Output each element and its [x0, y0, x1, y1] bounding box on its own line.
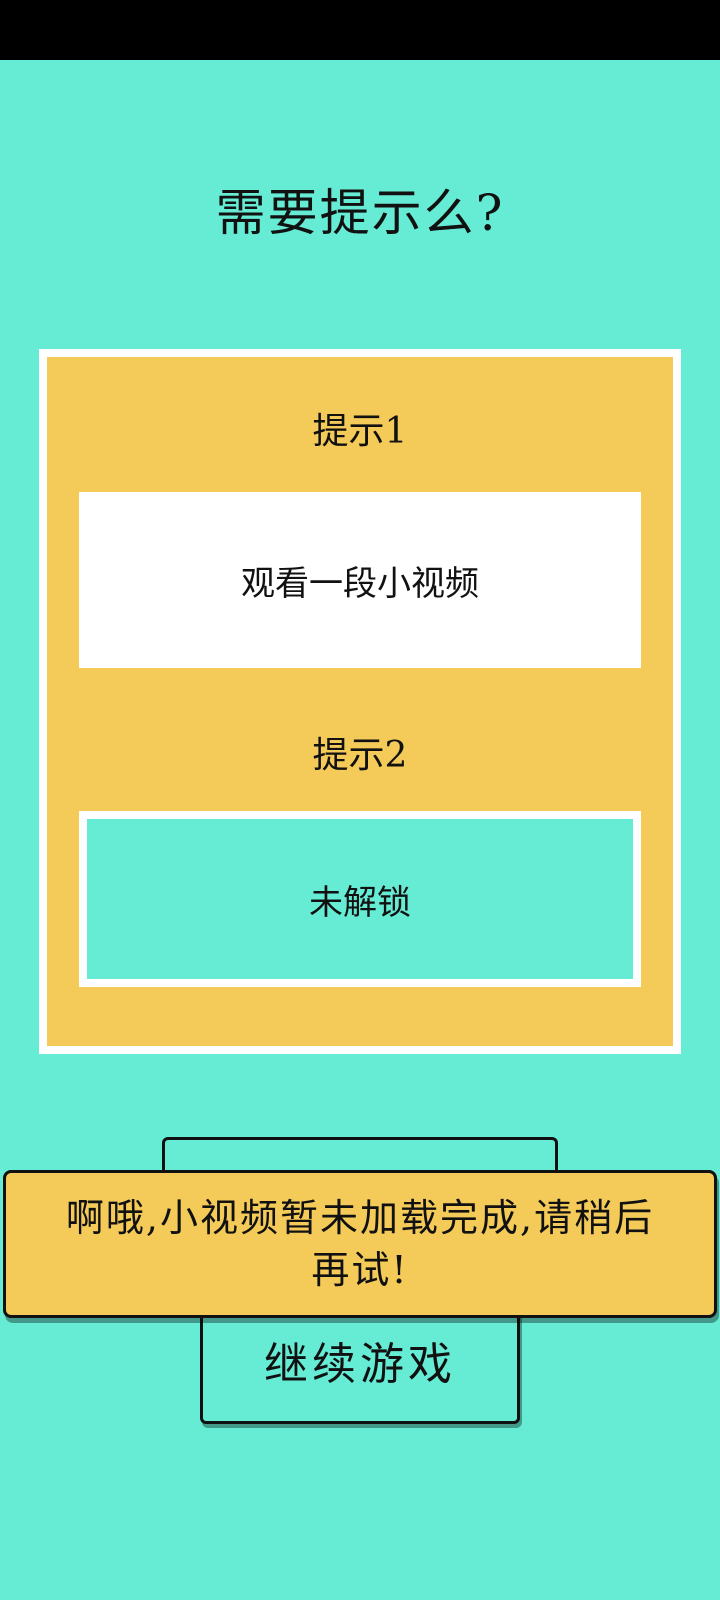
status-bar: [0, 0, 720, 60]
watch-video-label: 观看一段小视频: [241, 563, 479, 604]
toast-message: 啊哦,小视频暂未加载完成,请稍后再试!: [3, 1170, 717, 1318]
toast-text: 啊哦,小视频暂未加载完成,请稍后再试!: [65, 1196, 655, 1292]
hint2-locked-label: 未解锁: [309, 882, 411, 923]
hint2-label: 提示2: [312, 735, 408, 776]
hint-panel: 提示1 观看一段小视频 提示2 未解锁: [39, 349, 681, 1054]
page-title: 需要提示么?: [215, 184, 505, 242]
continue-game-label: 继续游戏: [264, 1339, 456, 1390]
hint1-label: 提示1: [312, 411, 408, 452]
hint2-locked-button[interactable]: 未解锁: [79, 811, 641, 987]
watch-video-button[interactable]: 观看一段小视频: [79, 492, 641, 668]
